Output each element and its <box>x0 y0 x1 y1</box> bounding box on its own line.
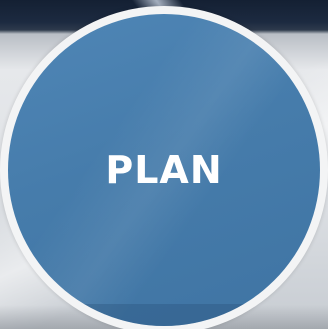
badge-bottom-band <box>8 304 320 326</box>
plan-circle-badge[interactable]: PLAN <box>8 14 320 326</box>
background-image: PLAN <box>0 0 328 329</box>
badge-label: PLAN <box>105 148 223 192</box>
